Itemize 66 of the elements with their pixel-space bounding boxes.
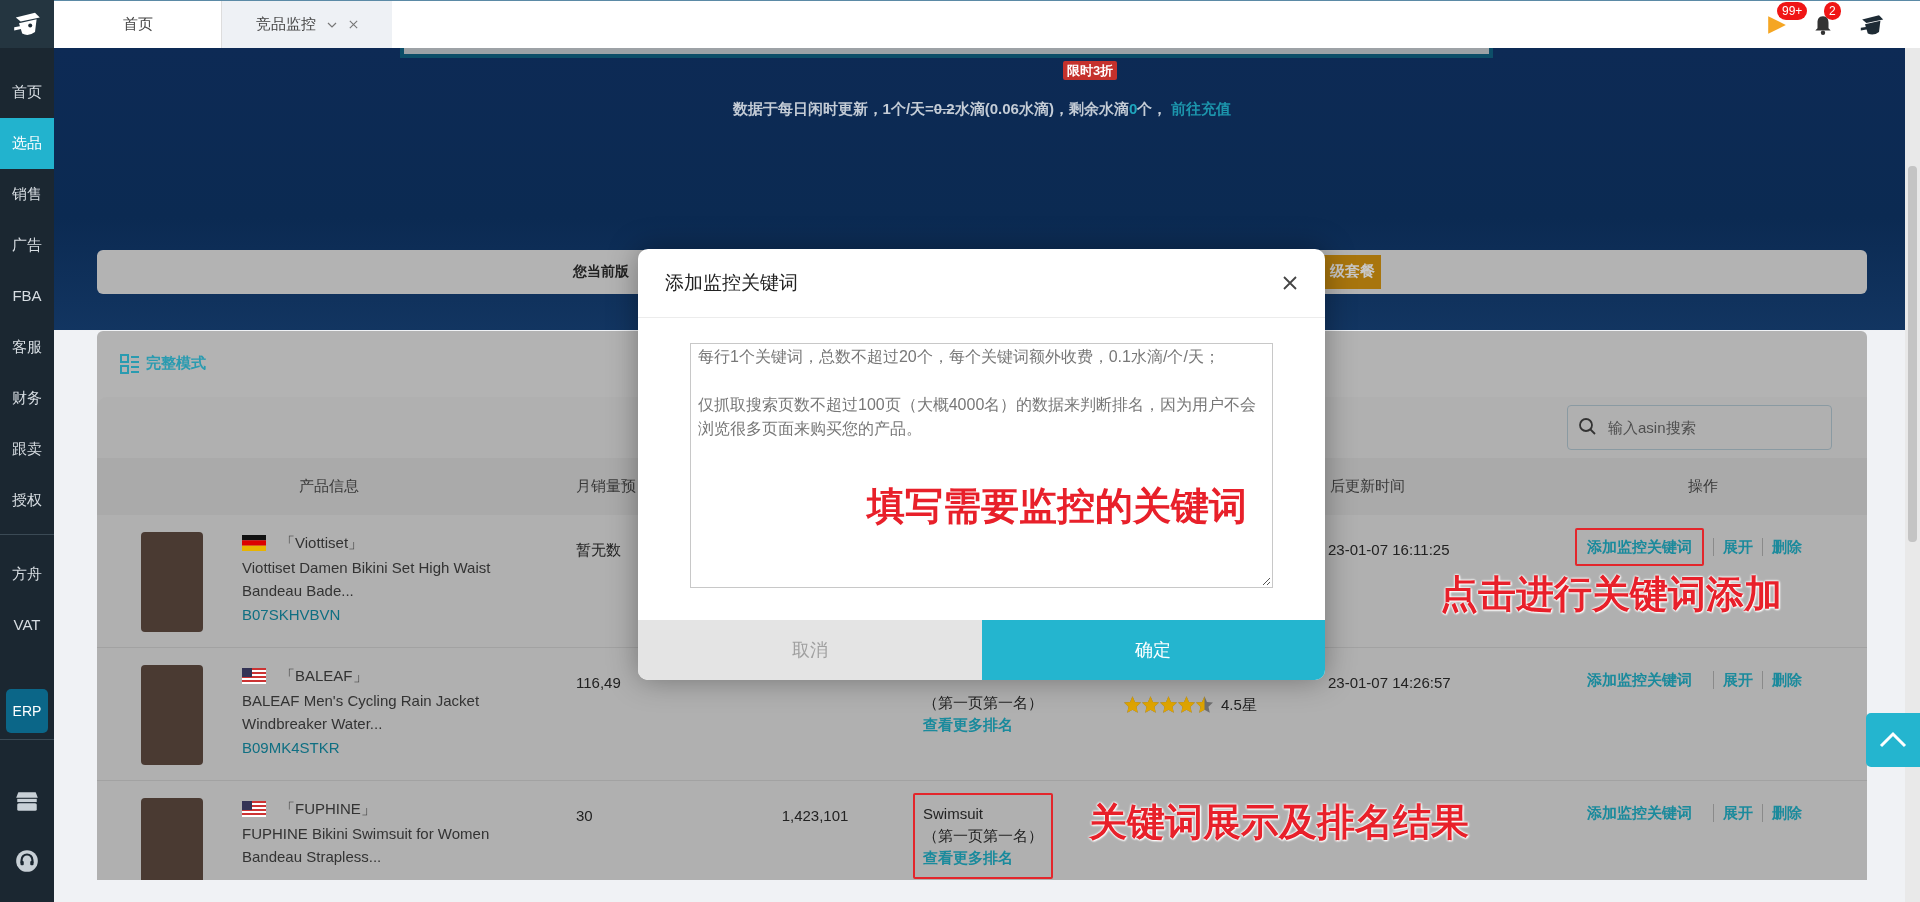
sidebar-item[interactable]: 财务 [0, 373, 54, 424]
sales-value: 30 [576, 806, 593, 824]
brand-name: 「FUPHINE」 [280, 798, 376, 819]
product-title[interactable]: FUPHINE Bikini Swimsuit for Women Bandeau Strapless... [242, 822, 512, 868]
dialog-title: 添加监控关键词 [665, 270, 798, 295]
discount-tag: 限时3折 [1063, 61, 1118, 80]
close-icon[interactable] [1282, 275, 1298, 291]
sidebar-item[interactable]: 首页 [0, 67, 54, 118]
annotation-text: 关键词展示及排名结果 [1089, 800, 1469, 844]
flag-icon [242, 800, 266, 817]
product-title[interactable]: BALEAF Men's Cycling Rain Jacket Windbreaker Water... [242, 689, 512, 735]
star-icon [1142, 696, 1159, 713]
erp-button[interactable]: ERP [6, 689, 48, 733]
cancel-button[interactable]: 取消 [638, 620, 982, 680]
flag-icon [242, 534, 266, 551]
chevron-up-icon [1878, 730, 1908, 750]
sidebar-item[interactable]: 广告 [0, 220, 54, 271]
star-icon [1124, 696, 1141, 713]
column-header: 产品信息 [298, 476, 359, 494]
resize-handle-icon[interactable] [1261, 576, 1271, 586]
star-icon [1196, 696, 1213, 713]
product-title[interactable]: Viottiset Damen Bikini Set High Waist Bandeau Bade... [242, 556, 512, 602]
flag-icon [242, 667, 266, 684]
recharge-link[interactable]: 前往充值 [1171, 100, 1232, 117]
column-header: 操作 [1688, 476, 1718, 494]
rank-text: （第一页第一名） [923, 825, 1043, 846]
headset-icon[interactable] [14, 848, 40, 874]
asin-link[interactable]: B09MK4STKR [242, 737, 512, 760]
sidebar-item[interactable]: 方舟 [0, 549, 54, 600]
confirm-button[interactable]: 确定 [981, 620, 1325, 680]
brand-name: 「BALEAF」 [280, 665, 368, 686]
notification-badge: 99+ [1777, 1, 1808, 20]
annotation-text: 填写需要监控的关键词 [867, 484, 1247, 528]
sidebar-item[interactable]: 客服 [0, 322, 54, 373]
sidebar-item[interactable]: 销售 [0, 169, 54, 220]
sidebar-item[interactable]: FBA [0, 271, 54, 322]
updated-time: 23-01-07 16:11:25 [1328, 540, 1450, 558]
search-field[interactable]: 输入asin搜索 [1567, 404, 1832, 450]
search-icon [1578, 416, 1598, 437]
updated-time: 23-01-07 14:26:57 [1328, 673, 1451, 691]
column-header: 月销量预 [576, 476, 636, 494]
bell-icon[interactable] [1812, 13, 1834, 36]
tab[interactable]: 竞品监控 [222, 1, 392, 48]
sidebar-item[interactable]: 选品 [0, 118, 54, 169]
placeholder-text: 每行1个关键词，总数不超过20个，每个关键词额外收费，0.1水滴/个/天； [698, 347, 1221, 367]
sidebar-item[interactable]: 授权 [0, 475, 54, 526]
keyword-text: Swimsuit [923, 803, 983, 824]
sales-value: 暂无数 [576, 540, 621, 558]
sessions-value: 1,423,101 [781, 806, 849, 824]
brand-name: 「Viottiset」 [280, 532, 364, 553]
placeholder-text: 仅抓取搜索页数不超过100页（大概4000名）的数据来判断排名，因为用户不会浏览很多页面来购买您的产品。 [698, 395, 1258, 439]
asin-link[interactable]: B07SKHVBVN [242, 604, 512, 627]
flag-icon[interactable] [1766, 13, 1788, 36]
notification-badge: 2 [1824, 1, 1841, 20]
update-info-text: 数据于每日闲时更新，1个/天=0.2水滴(0.06水滴)，剩余水滴0个， 前往充值 [732, 99, 1232, 119]
column-header: 后更新时间 [1330, 476, 1405, 494]
star-icon [1160, 696, 1177, 713]
sales-value: 116,49 [576, 673, 621, 691]
star-icon [1178, 696, 1195, 713]
sidebar-item[interactable]: VAT [0, 600, 54, 651]
rank-text: （第一页第一名） [923, 692, 1043, 713]
notice-text: 您当前版 [573, 262, 629, 281]
rating-text: 4.5星 [1221, 695, 1257, 714]
annotation-text: 点击进行关键词添加 [1440, 572, 1782, 616]
sidebar-item[interactable]: 跟卖 [0, 424, 54, 475]
scrollbar-thumb[interactable] [1908, 166, 1917, 542]
